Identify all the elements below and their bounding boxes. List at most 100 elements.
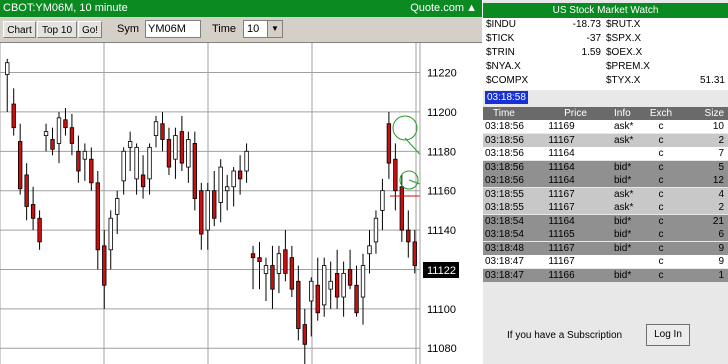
chart-toolbar: Chart Top 10 Go! Sym YM06M Time 10 ▼ bbox=[0, 17, 482, 43]
index-name[interactable]: $OEX.X bbox=[606, 46, 642, 60]
trade-size: 9 bbox=[718, 256, 724, 267]
trade-time: 03:18:55 bbox=[485, 188, 524, 200]
trade-info: bid* bbox=[614, 269, 632, 281]
index-row: $INDU -18.73 $RUT.X bbox=[483, 18, 728, 32]
index-value: -18.73 bbox=[572, 19, 601, 30]
candle-up bbox=[328, 280, 333, 290]
trade-row: 03:18:54 11164 bid* c 21 bbox=[483, 214, 728, 228]
trade-time: 03:18:56 bbox=[485, 148, 524, 159]
market-watch-panel: US Stock Market Watch $INDU -18.73 $RUT.… bbox=[483, 0, 728, 364]
go-button[interactable]: Go! bbox=[78, 21, 102, 38]
candle-down bbox=[406, 229, 411, 243]
trade-exch: c bbox=[658, 229, 664, 240]
index-name[interactable]: $TRIN bbox=[486, 46, 515, 60]
col-info[interactable]: Info bbox=[614, 107, 654, 120]
trade-price: 11167 bbox=[548, 188, 575, 200]
trade-size: 12 bbox=[712, 175, 724, 186]
candle-up bbox=[82, 150, 88, 160]
price-tick-label: 11080 bbox=[427, 343, 457, 355]
candle-down bbox=[30, 204, 36, 219]
candle-down bbox=[289, 257, 295, 290]
candle-up bbox=[121, 150, 126, 182]
candle-up bbox=[373, 217, 379, 243]
trade-size: 9 bbox=[718, 242, 724, 254]
candle-up bbox=[309, 280, 314, 302]
index-name[interactable]: $NYA.X bbox=[486, 60, 521, 74]
login-button[interactable]: Log In bbox=[646, 324, 690, 346]
trade-row: 03:18:56 11169 ask* c 10 bbox=[483, 120, 728, 133]
trade-exch: c bbox=[658, 148, 664, 159]
trade-exch: c bbox=[658, 188, 664, 200]
trade-row: 03:18:56 11167 ask* c 2 bbox=[483, 133, 728, 147]
market-clock: 03:18:58 bbox=[485, 91, 528, 104]
candle-down bbox=[399, 186, 405, 231]
index-row: $NYA.X $PREM.X bbox=[483, 60, 728, 74]
index-name[interactable]: $PREM.X bbox=[606, 60, 650, 74]
trade-size: 1 bbox=[718, 269, 724, 281]
candle-down bbox=[302, 324, 307, 345]
price-tick-label: 11220 bbox=[427, 68, 457, 80]
index-row: $COMPX $TYX.X 51.31 bbox=[483, 74, 728, 88]
candle-up bbox=[115, 198, 120, 215]
trade-time: 03:18:56 bbox=[485, 121, 524, 132]
col-size[interactable]: Size bbox=[688, 107, 724, 120]
trade-size: 21 bbox=[712, 215, 724, 227]
chevron-down-icon[interactable]: ▼ bbox=[267, 21, 282, 37]
candle-down bbox=[334, 273, 340, 298]
trade-price: 11164 bbox=[548, 148, 575, 159]
index-name[interactable]: $TICK bbox=[486, 32, 514, 46]
trade-info: bid* bbox=[614, 175, 632, 186]
index-name[interactable]: $INDU bbox=[486, 18, 516, 32]
candle-up bbox=[218, 166, 223, 203]
trade-exch: c bbox=[658, 215, 664, 227]
candle-down bbox=[270, 265, 275, 290]
trade-info: bid* bbox=[614, 242, 632, 254]
trade-time: 03:18:54 bbox=[485, 229, 524, 240]
trade-time: 03:18:47 bbox=[485, 256, 524, 267]
candle-up bbox=[127, 141, 133, 148]
top10-button[interactable]: Top 10 bbox=[37, 21, 77, 38]
trade-size: 7 bbox=[718, 148, 724, 159]
caret-up-icon[interactable]: ▲ bbox=[466, 0, 477, 17]
indices-table: $INDU -18.73 $RUT.X $TICK -37 $SPX.X $TR… bbox=[483, 18, 728, 90]
trade-exch: c bbox=[658, 134, 664, 146]
candle-down bbox=[17, 141, 23, 190]
trade-price: 11164 bbox=[548, 215, 575, 227]
col-exch[interactable]: Exch bbox=[649, 107, 673, 120]
col-price[interactable]: Price bbox=[555, 107, 596, 120]
candle-down bbox=[250, 253, 256, 259]
index-value: 1.59 bbox=[581, 47, 601, 58]
trade-price: 11166 bbox=[548, 269, 575, 281]
index-row: $TRIN 1.59 $OEX.X bbox=[483, 46, 728, 60]
index-name[interactable]: $COMPX bbox=[486, 74, 528, 88]
candle-down bbox=[393, 158, 398, 192]
chart-panel: CBOT:YM06M, 10 minute Quote.com ▲ Chart … bbox=[0, 0, 482, 364]
candle-down bbox=[212, 190, 217, 219]
trade-row: 03:18:47 11167 c 9 bbox=[483, 255, 728, 268]
chart-title: CBOT:YM06M, 10 minute bbox=[3, 2, 128, 14]
price-tick-label: 11160 bbox=[427, 186, 456, 198]
index-name[interactable]: $RUT.X bbox=[606, 18, 640, 32]
index-name[interactable]: $TYX.X bbox=[606, 74, 640, 88]
candle-down bbox=[192, 143, 198, 199]
candle-down bbox=[140, 174, 146, 188]
candle-up bbox=[231, 170, 236, 188]
trade-price: 11167 bbox=[548, 134, 575, 146]
time-interval-select[interactable]: 10 ▼ bbox=[243, 20, 283, 38]
trade-exch: c bbox=[658, 121, 664, 132]
trade-info: ask* bbox=[614, 134, 634, 146]
index-name[interactable]: $SPX.X bbox=[606, 32, 641, 46]
candle-down bbox=[102, 245, 107, 286]
col-time[interactable]: Time bbox=[493, 107, 548, 120]
symbol-input[interactable]: YM06M bbox=[145, 20, 201, 38]
trade-exch: c bbox=[658, 269, 664, 281]
candle-up bbox=[108, 217, 113, 251]
trade-size: 2 bbox=[718, 202, 724, 213]
trade-info: bid* bbox=[614, 161, 632, 173]
trade-row: 03:18:56 11164 bid* c 5 bbox=[483, 160, 728, 174]
trade-price: 11167 bbox=[548, 256, 575, 267]
chart-button[interactable]: Chart bbox=[3, 21, 36, 38]
candle-up bbox=[244, 150, 249, 172]
candle-down bbox=[69, 127, 75, 144]
candle-down bbox=[347, 269, 353, 286]
